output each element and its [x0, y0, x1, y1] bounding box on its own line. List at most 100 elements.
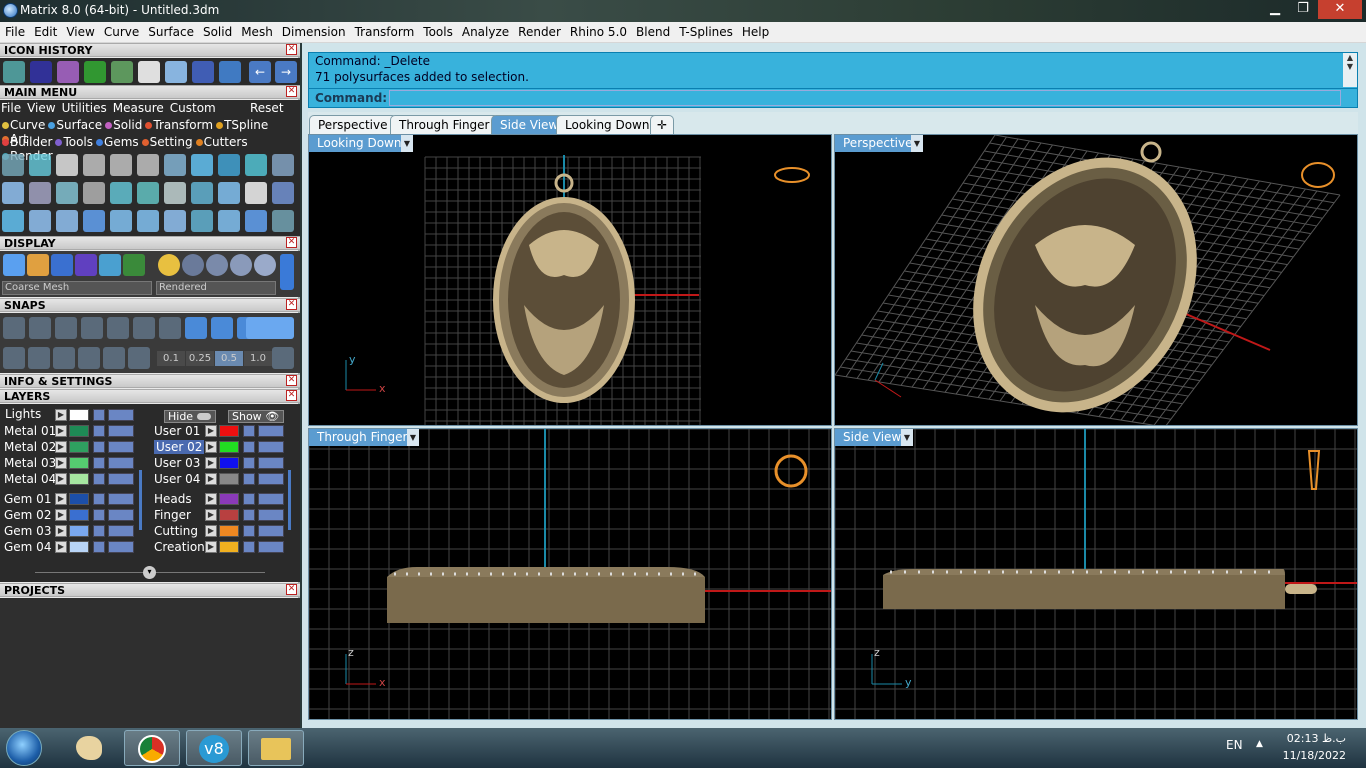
- show-button[interactable]: Show 👁: [228, 410, 284, 423]
- tool-icon[interactable]: [83, 154, 105, 176]
- menu-view[interactable]: View: [61, 22, 98, 39]
- layer-color-swatch[interactable]: [69, 525, 89, 537]
- close-button[interactable]: ✕: [1318, 0, 1362, 19]
- tool-icon[interactable]: [110, 154, 132, 176]
- shading-sphere-icon[interactable]: [158, 254, 180, 276]
- layer-color-swatch[interactable]: [219, 441, 239, 453]
- viewport-label[interactable]: Looking Down: [309, 135, 410, 152]
- visible-icon[interactable]: [258, 541, 284, 553]
- tool-icon[interactable]: [2, 210, 24, 232]
- expand-icon[interactable]: ▶: [55, 509, 67, 521]
- visible-icon[interactable]: [108, 441, 134, 453]
- viewport-label[interactable]: Perspective: [835, 135, 921, 152]
- category-builder[interactable]: Builder: [2, 135, 52, 149]
- menu-tools[interactable]: Tools: [418, 22, 457, 39]
- category-tspline[interactable]: TSpline: [216, 118, 268, 132]
- visible-icon[interactable]: [108, 409, 134, 421]
- tool-icon[interactable]: [29, 154, 51, 176]
- lights-color[interactable]: [69, 409, 89, 421]
- expand-icon[interactable]: ▶: [205, 525, 217, 537]
- tool-icon[interactable]: [245, 154, 267, 176]
- category-curve[interactable]: Curve: [2, 118, 45, 132]
- tool-icon[interactable]: [245, 210, 267, 232]
- menu-solid[interactable]: Solid: [198, 22, 236, 39]
- add-tab-icon[interactable]: ✛: [650, 115, 675, 134]
- grid-tool-icon[interactable]: [3, 347, 25, 369]
- clock-date[interactable]: 11/18/2022: [1272, 749, 1346, 762]
- display-mode-icon[interactable]: [75, 254, 97, 276]
- tool-icon[interactable]: [164, 154, 186, 176]
- main-menu-view[interactable]: View: [27, 101, 55, 115]
- lock-icon[interactable]: [93, 425, 105, 437]
- layer-color-swatch[interactable]: [69, 425, 89, 437]
- menu-file[interactable]: File: [0, 22, 29, 39]
- lock-icon[interactable]: [93, 457, 105, 469]
- lock-icon[interactable]: [243, 493, 255, 505]
- layer-color-swatch[interactable]: [69, 493, 89, 505]
- layer-row[interactable]: Creation ▶: [154, 540, 294, 555]
- expand-icon[interactable]: ▶: [55, 425, 67, 437]
- history-tool-icon[interactable]: [84, 61, 106, 83]
- tool-icon[interactable]: [191, 182, 213, 204]
- close-icon[interactable]: ✕: [286, 237, 297, 248]
- lock-icon[interactable]: [93, 473, 105, 485]
- layer-color-swatch[interactable]: [219, 541, 239, 553]
- menu-edit[interactable]: Edit: [29, 22, 61, 39]
- tray-expand-icon[interactable]: ▲: [1256, 739, 1263, 749]
- layer-row[interactable]: User 02 ▶: [154, 440, 294, 455]
- grid-tool-icon[interactable]: [28, 347, 50, 369]
- expand-icon[interactable]: ▶: [205, 457, 217, 469]
- layer-row[interactable]: Gem 04 ▶: [4, 540, 144, 555]
- layer-scroll[interactable]: [288, 470, 291, 530]
- expand-icon[interactable]: ▶: [55, 541, 67, 553]
- command-input[interactable]: [389, 90, 1341, 106]
- snap-toggle-button[interactable]: [246, 317, 294, 339]
- paint-app-button[interactable]: [62, 730, 118, 766]
- lock-icon[interactable]: [93, 493, 105, 505]
- history-tool-icon[interactable]: [219, 61, 241, 83]
- tool-icon[interactable]: [191, 154, 213, 176]
- close-icon[interactable]: ✕: [286, 44, 297, 55]
- tool-icon[interactable]: [29, 182, 51, 204]
- start-button[interactable]: [6, 730, 42, 766]
- close-icon[interactable]: ✕: [286, 375, 297, 386]
- tab-through-finger[interactable]: Through Finger: [390, 115, 499, 134]
- tool-icon[interactable]: [272, 182, 294, 204]
- visible-icon[interactable]: [108, 425, 134, 437]
- snap-value-button[interactable]: 0.5: [215, 351, 243, 366]
- layer-row[interactable]: User 01 ▶: [154, 424, 294, 439]
- shading-sphere-icon[interactable]: [254, 254, 276, 276]
- grid-tool-icon[interactable]: [53, 347, 75, 369]
- layer-color-swatch[interactable]: [69, 441, 89, 453]
- expand-icon[interactable]: ▶: [55, 525, 67, 537]
- tool-icon[interactable]: [164, 182, 186, 204]
- history-tool-icon[interactable]: [192, 61, 214, 83]
- snap-icon[interactable]: [159, 317, 181, 339]
- visible-icon[interactable]: [258, 493, 284, 505]
- tool-icon[interactable]: [191, 210, 213, 232]
- lock-icon[interactable]: [243, 541, 255, 553]
- icon-history-header[interactable]: ICON HISTORY ✕: [0, 43, 300, 57]
- menu-blend[interactable]: Blend: [631, 22, 674, 39]
- menu-transform[interactable]: Transform: [350, 22, 419, 39]
- display-mode-icon[interactable]: [99, 254, 121, 276]
- snap-icon[interactable]: [55, 317, 77, 339]
- lock-icon[interactable]: [243, 525, 255, 537]
- layer-color-swatch[interactable]: [219, 509, 239, 521]
- tool-icon[interactable]: [218, 182, 240, 204]
- menu-curve[interactable]: Curve: [99, 22, 143, 39]
- expand-icon[interactable]: ▶: [205, 509, 217, 521]
- visible-icon[interactable]: [258, 441, 284, 453]
- category-transform[interactable]: Transform: [145, 118, 213, 132]
- info-settings-header[interactable]: INFO & SETTINGS ✕: [0, 374, 300, 388]
- main-menu-utilities[interactable]: Utilities: [62, 101, 107, 115]
- snap-icon[interactable]: [3, 317, 25, 339]
- expand-icon[interactable]: ▶: [205, 493, 217, 505]
- lock-icon[interactable]: [93, 525, 105, 537]
- visible-icon[interactable]: [108, 541, 134, 553]
- grid-tool-icon[interactable]: [103, 347, 125, 369]
- layer-color-swatch[interactable]: [69, 457, 89, 469]
- visible-icon[interactable]: [108, 509, 134, 521]
- history-tool-icon[interactable]: [138, 61, 160, 83]
- layer-color-swatch[interactable]: [219, 425, 239, 437]
